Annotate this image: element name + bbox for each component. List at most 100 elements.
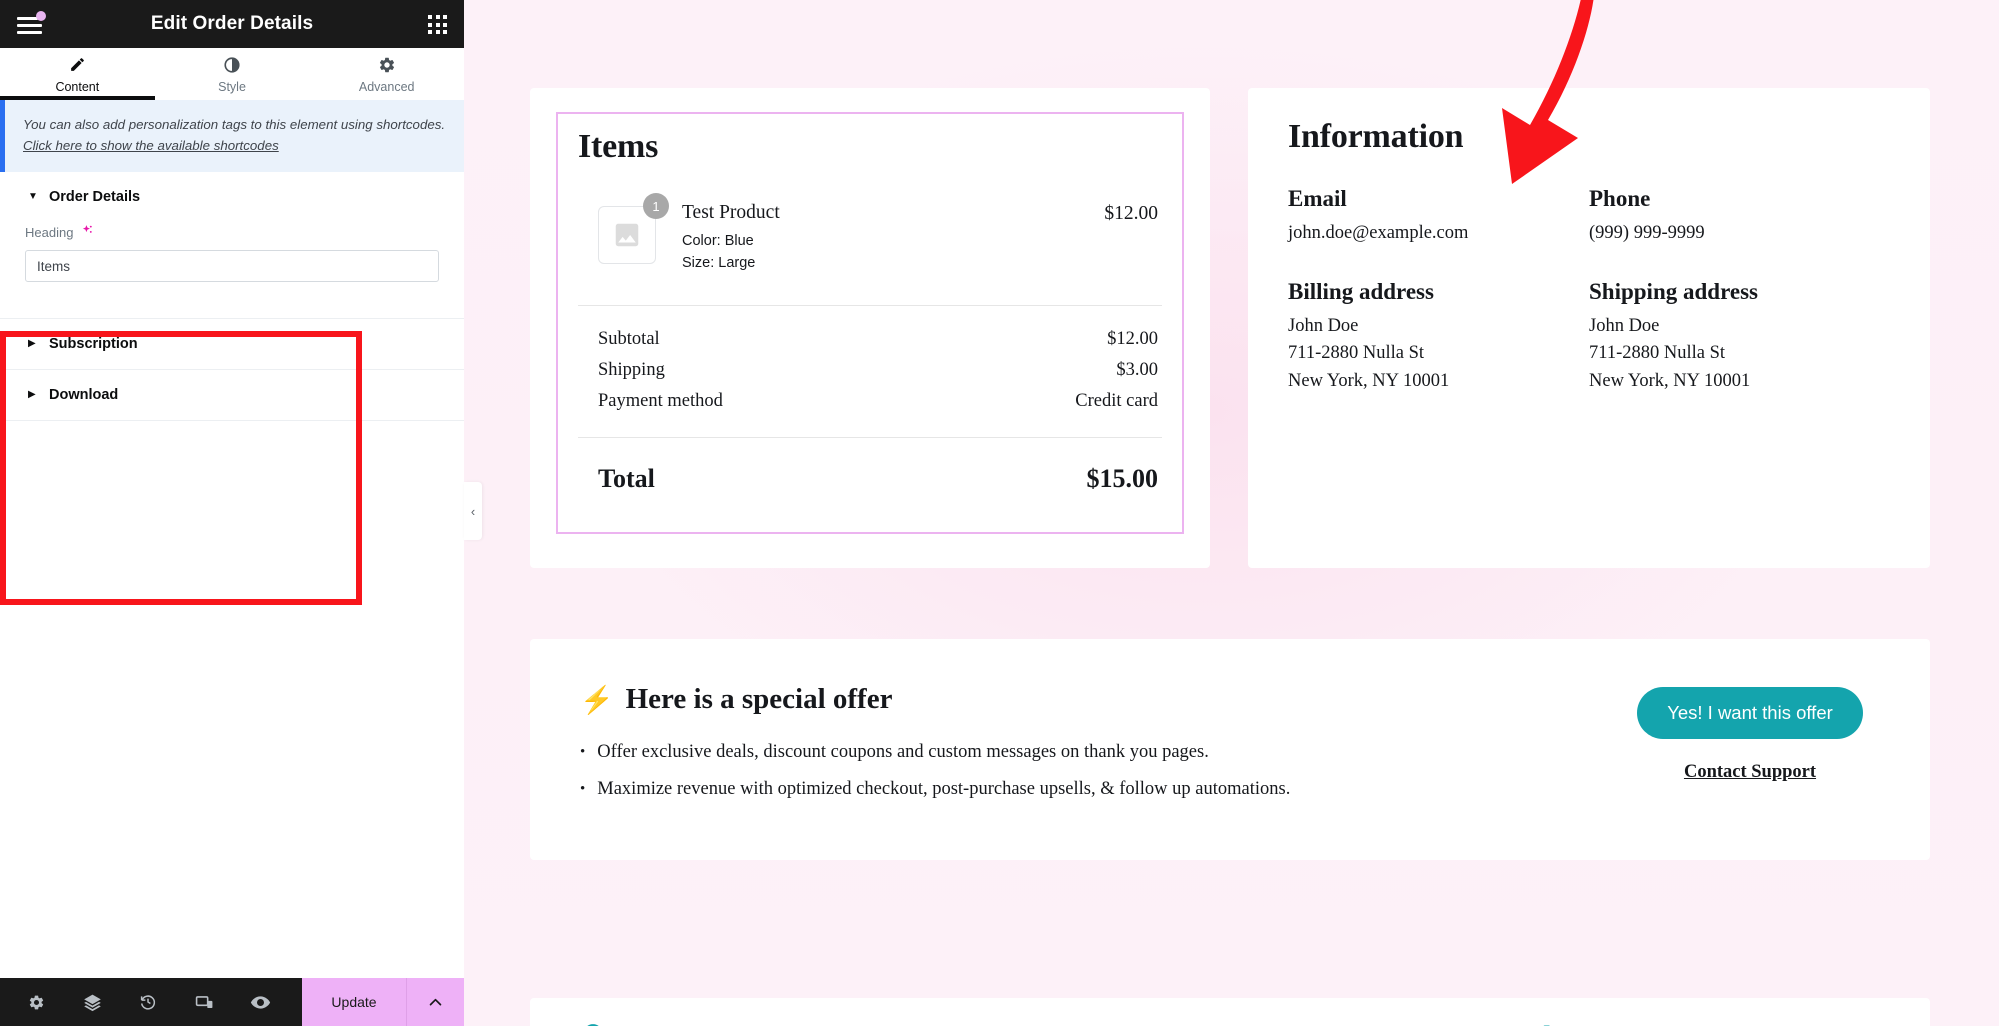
- section-subscription: ▶ Subscription: [0, 319, 464, 370]
- settings-gear-icon[interactable]: [8, 978, 64, 1026]
- apps-grid-icon[interactable]: [428, 15, 448, 35]
- offer-content: ⚡ Here is a special offer • Offer exclus…: [580, 683, 1620, 816]
- product-attribute-color: Color: Blue: [682, 233, 754, 249]
- panel-sections: ▼ Order Details Heading ▶ Subscri: [0, 172, 464, 978]
- offer-bullet-2: • Maximize revenue with optimized checko…: [580, 779, 1620, 800]
- support-item-phone: + XXX XXX XXXX: [1447, 1022, 1880, 1026]
- order-details-widget-selected[interactable]: Items 1 Test Product Color: Blue Size: L…: [556, 112, 1184, 534]
- tab-content[interactable]: Content: [0, 48, 155, 100]
- history-revisions-icon[interactable]: [120, 978, 176, 1026]
- notification-dot-icon: [36, 11, 46, 21]
- payment-method-value: Credit card: [1075, 390, 1158, 411]
- mail-icon: [1122, 1022, 1150, 1026]
- product-info: Test Product Color: Blue Size: Large: [682, 202, 780, 275]
- phone-ring-icon: [1540, 1022, 1568, 1026]
- shipping-address-heading: Shipping address: [1589, 279, 1758, 305]
- information-heading: Information: [1288, 118, 1464, 155]
- billing-address-heading: Billing address: [1288, 279, 1434, 305]
- billing-address-line-1: John Doe: [1288, 316, 1359, 337]
- billing-address-line-3: New York, NY 10001: [1288, 370, 1450, 391]
- subtotal-label: Subtotal: [598, 328, 660, 349]
- personalization-notice: You can also add personalization tags to…: [0, 100, 464, 172]
- gear-icon: [378, 55, 396, 75]
- section-order-details-title: Order Details: [49, 189, 141, 205]
- shipping-address-line-1: John Doe: [1589, 316, 1660, 337]
- chevron-right-icon: ▶: [28, 389, 36, 400]
- shortcodes-link[interactable]: Click here to show the available shortco…: [23, 138, 279, 153]
- tab-advanced[interactable]: Advanced: [309, 48, 464, 100]
- pencil-icon: [69, 55, 86, 75]
- section-order-details: ▼ Order Details Heading: [0, 172, 464, 319]
- heading-input[interactable]: [25, 250, 439, 282]
- support-contact-strip: Contact Support mail@Obeis.com + XXX XXX…: [530, 998, 1930, 1026]
- info-block-billing-address: Billing address John Doe 711-2880 Nulla …: [1288, 279, 1589, 395]
- order-totals: Subtotal $12.00 Shipping $3.00 Payment m…: [578, 306, 1162, 438]
- section-subscription-header[interactable]: ▶ Subscription: [0, 319, 464, 369]
- grand-total-label: Total: [598, 463, 655, 493]
- chevron-right-icon: ▶: [28, 338, 36, 349]
- phone-value: (999) 999-9999: [1589, 223, 1705, 243]
- panel-tabs: Content Style Advanced: [0, 48, 464, 100]
- panel-footer: Update: [0, 978, 464, 1026]
- support-item-contact: Contact Support: [580, 1022, 1013, 1026]
- update-options-chevron-up-icon[interactable]: [406, 978, 464, 1026]
- shipping-address-line-2: 711-2880 Nulla St: [1589, 343, 1726, 364]
- top-cards-row: Items 1 Test Product Color: Blue Size: L…: [530, 88, 1930, 568]
- customer-information-card: Information Email john.doe@example.com P…: [1248, 88, 1930, 568]
- notice-text: You can also add personalization tags to…: [23, 117, 446, 132]
- offer-bullet-1: • Offer exclusive deals, discount coupon…: [580, 742, 1620, 763]
- hamburger-icon[interactable]: [14, 11, 48, 39]
- quantity-badge: 1: [643, 193, 669, 219]
- information-row-2: Billing address John Doe 711-2880 Nulla …: [1288, 279, 1890, 395]
- offer-heading-text: Here is a special offer: [625, 683, 893, 715]
- tab-style-label: Style: [218, 79, 246, 94]
- product-thumbnail-wrap: 1: [598, 193, 669, 264]
- bullet-dot-icon: •: [580, 744, 586, 760]
- ai-sparkle-icon[interactable]: [80, 224, 94, 240]
- collapse-panel-handle[interactable]: ‹: [464, 482, 482, 540]
- section-download-header[interactable]: ▶ Download: [0, 370, 464, 420]
- info-block-email: Email john.doe@example.com: [1288, 186, 1589, 247]
- section-order-details-header[interactable]: ▼ Order Details: [0, 172, 464, 222]
- tab-style[interactable]: Style: [155, 48, 310, 100]
- grand-total-value: $15.00: [1086, 463, 1159, 493]
- update-button[interactable]: Update: [302, 978, 406, 1026]
- email-heading: Email: [1288, 186, 1347, 211]
- navigator-layers-icon[interactable]: [64, 978, 120, 1026]
- support-item-mail: mail@Obeis.com: [1013, 1022, 1446, 1026]
- shipping-label: Shipping: [598, 359, 665, 380]
- chevron-down-icon: ▼: [28, 191, 38, 202]
- section-order-details-body: Heading: [0, 222, 464, 318]
- offer-actions: Yes! I want this offer Contact Support: [1620, 683, 1880, 783]
- offer-heading: ⚡ Here is a special offer: [580, 683, 1620, 716]
- heading-label-text: Heading: [25, 224, 74, 240]
- shipping-address-line-3: New York, NY 10001: [1589, 370, 1751, 391]
- section-download-title: Download: [49, 387, 119, 403]
- responsive-devices-icon[interactable]: [176, 978, 232, 1026]
- heading-field-label: Heading: [25, 224, 439, 240]
- footer-icon-group: [0, 978, 302, 1026]
- email-value: john.doe@example.com: [1288, 223, 1469, 243]
- lightning-bolt-icon: ⚡: [580, 684, 614, 715]
- product-attribute-size: Size: Large: [682, 255, 756, 272]
- section-download: ▶ Download: [0, 370, 464, 421]
- app-root: Edit Order Details Content Style Advance…: [0, 0, 1999, 1026]
- offer-bullet-2-text: Maximize revenue with optimized checkout…: [597, 779, 1291, 799]
- tab-content-label: Content: [55, 79, 100, 94]
- info-block-shipping-address: Shipping address John Doe 711-2880 Nulla…: [1589, 279, 1890, 395]
- contact-support-link[interactable]: Contact Support: [1684, 762, 1816, 783]
- section-subscription-title: Subscription: [49, 336, 138, 352]
- preview-canvas: Items 1 Test Product Color: Blue Size: L…: [464, 0, 1999, 1026]
- page-title: Edit Order Details: [150, 13, 314, 34]
- totals-row-payment-method: Payment method Credit card: [578, 386, 1162, 417]
- preview-eye-icon[interactable]: [232, 978, 288, 1026]
- tab-advanced-label: Advanced: [358, 79, 415, 94]
- accept-offer-button[interactable]: Yes! I want this offer: [1637, 687, 1863, 739]
- editor-panel: Edit Order Details Content Style Advance…: [0, 0, 464, 1026]
- panel-header: Edit Order Details: [0, 0, 464, 48]
- order-items-card: Items 1 Test Product Color: Blue Size: L…: [530, 88, 1210, 568]
- grand-total-row: Total $15.00: [578, 438, 1162, 512]
- offer-bullet-1-text: Offer exclusive deals, discount coupons …: [597, 742, 1209, 762]
- bullet-dot-icon: •: [580, 781, 586, 797]
- shipping-value: $3.00: [1116, 359, 1158, 380]
